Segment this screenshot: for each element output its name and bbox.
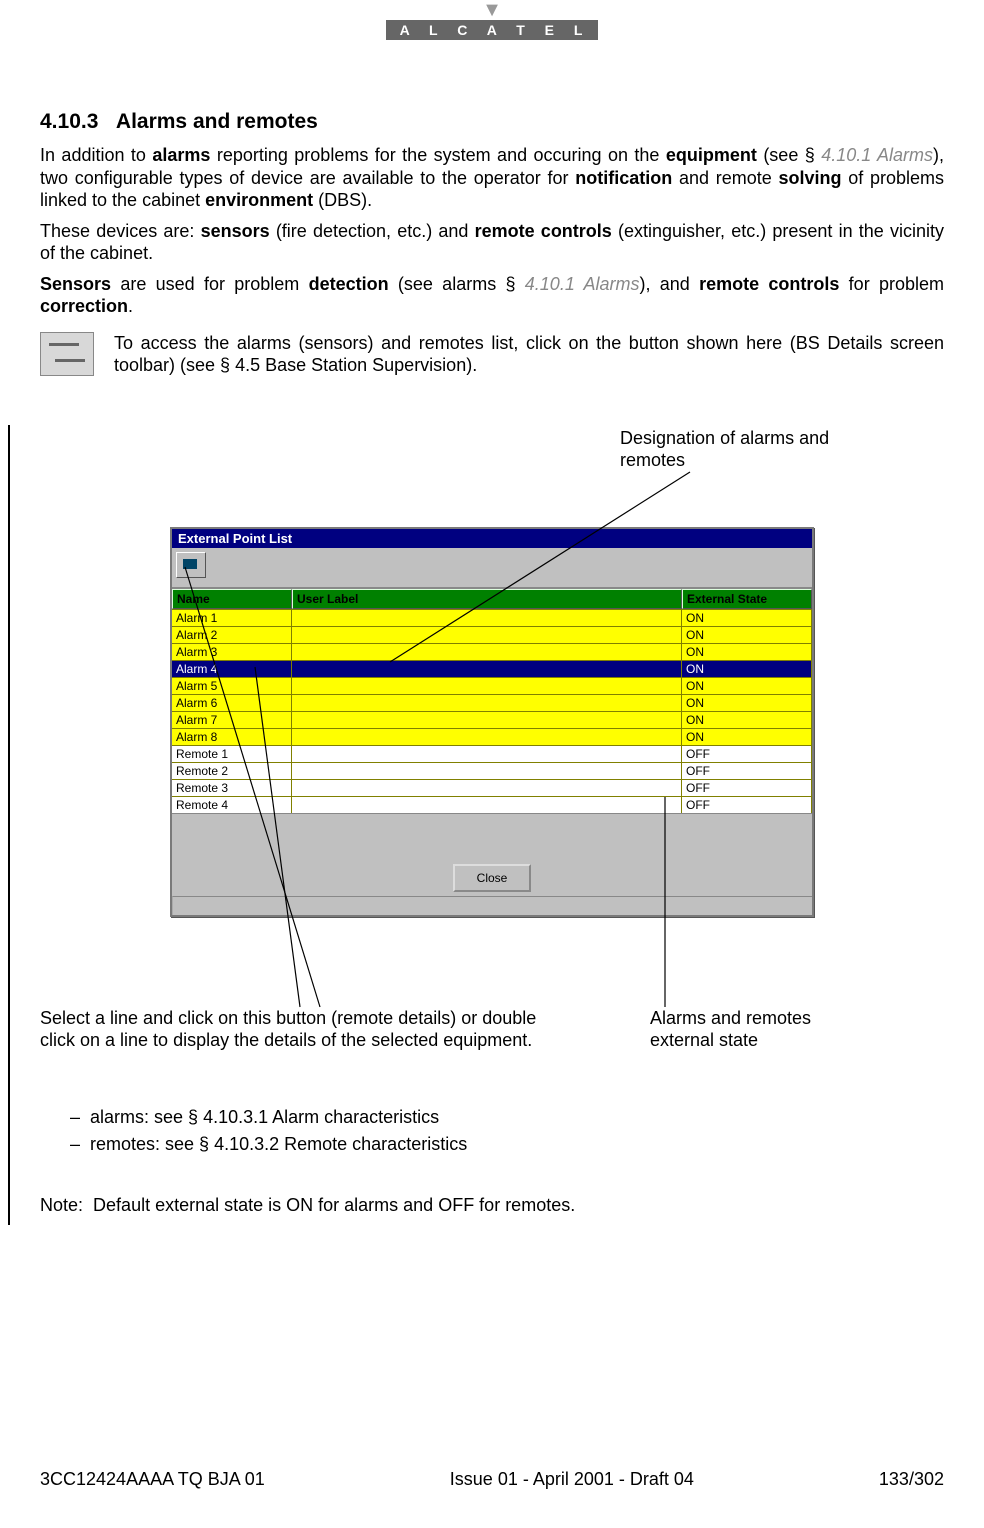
page-number: 133/302 [879,1469,944,1490]
brand-name: A L C A T E L [386,20,599,40]
list-item: – remotes: see § 4.10.3.2 Remote charact… [70,1134,944,1155]
cell-userlabel [292,661,682,677]
paragraph-1: In addition to alarms reporting problems… [40,144,944,212]
cell-userlabel [292,627,682,643]
cell-name: Alarm 8 [172,729,292,745]
col-userlabel[interactable]: User Label [292,589,682,609]
figure-area: Designation of alarms and remotes Extern… [40,427,944,1087]
cell-externalstate: OFF [682,763,812,779]
see-also-list: – alarms: see § 4.10.3.1 Alarm character… [40,1107,944,1155]
button-row: Close [172,856,812,896]
cell-userlabel [292,712,682,728]
logo-triangle-icon: ▼ [40,0,944,20]
cell-externalstate: ON [682,729,812,745]
table-row[interactable]: Alarm 5 ON [172,677,812,694]
table-row[interactable]: Remote 3 OFF [172,779,812,796]
remote-details-button[interactable] [176,552,206,578]
window-statusbar [172,896,812,915]
cell-externalstate: ON [682,644,812,660]
cell-name: Alarm 6 [172,695,292,711]
cell-userlabel [292,729,682,745]
cell-externalstate: OFF [682,746,812,762]
cell-name: Remote 2 [172,763,292,779]
cell-externalstate: OFF [682,797,812,813]
issue-info: Issue 01 - April 2001 - Draft 04 [450,1469,694,1490]
callout-designation: Designation of alarms and remotes [620,427,850,472]
cell-externalstate: ON [682,627,812,643]
table-row[interactable]: Remote 1 OFF [172,745,812,762]
cell-externalstate: ON [682,678,812,694]
icon-note-text: To access the alarms (sensors) and remot… [114,332,944,377]
paragraph-3: Sensors are used for problem detection (… [40,273,944,318]
points-grid: Name User Label External State Alarm 1 ON… [172,588,812,813]
brand-logo: ▼ A L C A T E L [40,0,944,40]
cell-name: Alarm 2 [172,627,292,643]
table-row[interactable]: Alarm 2 ON [172,626,812,643]
grid-empty-area [172,813,812,856]
xref-bssupervision[interactable]: 4.5 Base Station Supervision [235,355,466,375]
table-row[interactable]: Remote 2 OFF [172,762,812,779]
note-label: Note: [40,1195,83,1215]
col-name[interactable]: Name [172,589,292,609]
cell-name: Alarm 7 [172,712,292,728]
grid-header: Name User Label External State [172,588,812,609]
cell-externalstate: OFF [682,780,812,796]
section-number: 4.10.3 [40,110,98,133]
cell-userlabel [292,695,682,711]
cell-userlabel [292,644,682,660]
xref-alarms-1[interactable]: 4.10.1 Alarms [821,145,933,165]
section-heading: 4.10.3 Alarms and remotes [40,110,944,134]
cell-externalstate: ON [682,661,812,677]
cell-externalstate: ON [682,712,812,728]
table-row[interactable]: Alarm 7 ON [172,711,812,728]
cell-name: Alarm 5 [172,678,292,694]
table-row[interactable]: Remote 4 OFF [172,796,812,813]
window-toolbar [172,548,812,588]
cell-name: Alarm 3 [172,644,292,660]
xref-alarm-chars[interactable]: 4.10.3.1 Alarm characteristics [203,1107,439,1127]
cell-name: Remote 1 [172,746,292,762]
cell-userlabel [292,763,682,779]
table-row[interactable]: Alarm 4 ON [172,660,812,677]
cell-name: Remote 3 [172,780,292,796]
cell-userlabel [292,780,682,796]
page-footer: 3CC12424AAAA TQ BJA 01 Issue 01 - April … [40,1469,944,1490]
table-row[interactable]: Alarm 6 ON [172,694,812,711]
section-title: Alarms and remotes [116,110,318,133]
xref-alarms-2[interactable]: 4.10.1 Alarms [525,274,640,294]
cell-name: Remote 4 [172,797,292,813]
cell-externalstate: ON [682,610,812,626]
xref-remote-chars[interactable]: 4.10.3.2 Remote characteristics [214,1134,467,1154]
cell-userlabel [292,746,682,762]
cell-externalstate: ON [682,695,812,711]
external-point-list-window: External Point List Name User Label Exte… [170,527,814,917]
cell-name: Alarm 4 [172,661,292,677]
icon-note: To access the alarms (sensors) and remot… [40,332,944,377]
cell-userlabel [292,610,682,626]
table-row[interactable]: Alarm 1 ON [172,609,812,626]
col-externalstate[interactable]: External State [682,589,812,609]
close-button[interactable]: Close [453,864,532,892]
cell-userlabel [292,678,682,694]
list-item: – alarms: see § 4.10.3.1 Alarm character… [70,1107,944,1128]
window-titlebar[interactable]: External Point List [172,529,812,548]
vertical-rule [8,425,10,1225]
doc-id: 3CC12424AAAA TQ BJA 01 [40,1469,265,1490]
table-row[interactable]: Alarm 8 ON [172,728,812,745]
callout-externalstate: Alarms and remotes external state [650,1007,870,1052]
note-text: Default external state is ON for alarms … [93,1195,575,1215]
table-row[interactable]: Alarm 3 ON [172,643,812,660]
paragraph-2: These devices are: sensors (fire detecti… [40,220,944,265]
cell-userlabel [292,797,682,813]
remote-details-toolbar-icon [40,332,94,376]
cell-name: Alarm 1 [172,610,292,626]
note: Note: Default external state is ON for a… [40,1195,944,1216]
callout-select-line: Select a line and click on this button (… [40,1007,560,1052]
